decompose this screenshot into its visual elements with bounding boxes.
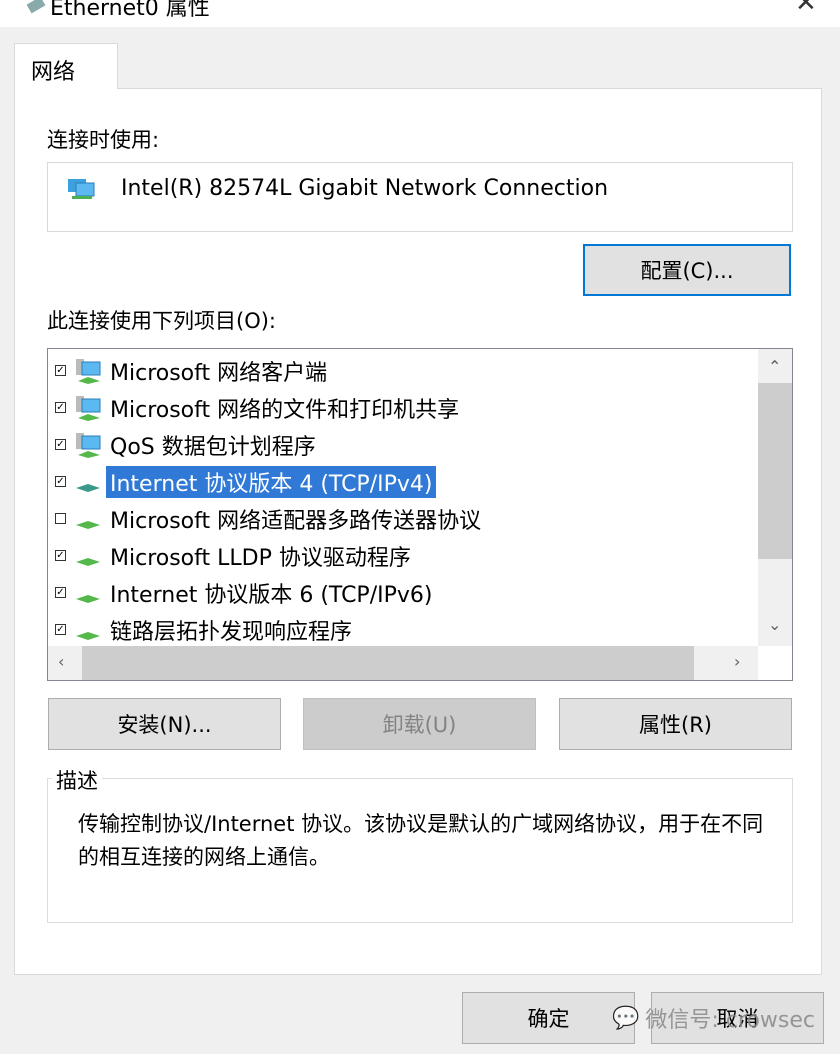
horizontal-scroll-thumb[interactable]	[82, 646, 694, 680]
network-client-icon	[74, 357, 102, 385]
scroll-right-icon[interactable]: ›	[734, 652, 740, 671]
install-button[interactable]: 安装(N)...	[48, 698, 281, 750]
item-checkbox[interactable]: ✓	[55, 587, 66, 598]
vertical-scrollbar[interactable]: ⌃ ⌄	[758, 349, 792, 646]
list-item[interactable]: ✓ QoS 数据包计划程序	[48, 426, 758, 463]
item-checkbox[interactable]: ✓	[55, 402, 66, 413]
scroll-left-icon[interactable]: ‹	[58, 652, 64, 671]
item-label: Internet 协议版本 6 (TCP/IPv6)	[110, 582, 433, 608]
item-label: Microsoft 网络的文件和打印机共享	[110, 397, 460, 423]
horizontal-scrollbar[interactable]: ‹ ›	[48, 646, 758, 680]
protocol-icon	[74, 616, 102, 644]
network-adapter-icon	[68, 179, 95, 199]
item-label: 链路层拓扑发现响应程序	[110, 619, 353, 645]
item-checkbox[interactable]: ✓	[55, 439, 66, 450]
protocol-icon	[74, 468, 102, 496]
watermark: 💬 微信号: crowsec	[612, 1002, 815, 1034]
list-item[interactable]: ✓ 链路层拓扑发现响应程序	[48, 611, 758, 648]
components-list[interactable]: ✓ Microsoft 网络客户端 ✓ Microsoft 网络的文件和打印机共享 ✓ Q…	[47, 348, 793, 681]
vertical-scroll-thumb[interactable]	[758, 383, 792, 559]
uninstall-button[interactable]: 卸载(U)	[303, 698, 536, 750]
item-checkbox[interactable]	[55, 513, 66, 524]
protocol-icon	[74, 505, 102, 533]
item-checkbox[interactable]: ✓	[55, 365, 66, 376]
item-label: QoS 数据包计划程序	[110, 434, 316, 460]
list-item[interactable]: ✓ Microsoft 网络的文件和打印机共享	[48, 389, 758, 426]
item-checkbox[interactable]: ✓	[55, 624, 66, 635]
adapter-name: Intel(R) 82574L Gigabit Network Connecti…	[121, 176, 609, 201]
wechat-icon: 💬	[612, 1005, 640, 1031]
item-checkbox[interactable]: ✓	[55, 476, 66, 487]
list-item[interactable]: Microsoft 网络适配器多路传送器协议	[48, 500, 758, 537]
watermark-text: 微信号: crowsec	[645, 1008, 816, 1033]
properties-button[interactable]: 属性(R)	[559, 698, 792, 750]
list-item[interactable]: ✓ Internet 协议版本 6 (TCP/IPv6)	[48, 574, 758, 611]
protocol-icon	[74, 579, 102, 607]
scroll-up-icon[interactable]: ⌃	[768, 357, 781, 376]
item-label: Internet 协议版本 4 (TCP/IPv4)	[106, 465, 437, 498]
scroll-down-icon[interactable]: ⌄	[768, 615, 781, 634]
protocol-icon	[74, 542, 102, 570]
list-item[interactable]: ✓ Internet 协议版本 4 (TCP/IPv4)	[48, 463, 758, 500]
configure-button[interactable]: 配置(C)...	[583, 244, 791, 296]
item-label: Microsoft 网络适配器多路传送器协议	[110, 508, 482, 534]
close-icon[interactable]: ✕	[795, 0, 817, 18]
list-item[interactable]: ✓ Microsoft LLDP 协议驱动程序	[48, 537, 758, 574]
items-label: 此连接使用下列项目(O):	[47, 309, 276, 333]
window-title: Ethernet0 属性	[50, 0, 210, 21]
description-text: 传输控制协议/Internet 协议。该协议是默认的广域网络协议，用于在不同的相…	[78, 812, 764, 869]
adapter-box: Intel(R) 82574L Gigabit Network Connecti…	[47, 162, 793, 232]
connect-using-label: 连接时使用:	[47, 128, 160, 152]
tab-network[interactable]: 网络	[14, 43, 118, 89]
list-item[interactable]: ✓ Microsoft 网络客户端	[48, 352, 758, 389]
description-label: 描述	[52, 765, 102, 795]
network-service-icon	[74, 394, 102, 422]
ok-button[interactable]: 确定	[462, 992, 635, 1044]
item-label: Microsoft LLDP 协议驱动程序	[110, 545, 411, 571]
network-service-icon	[74, 431, 102, 459]
item-checkbox[interactable]: ✓	[55, 550, 66, 561]
item-label: Microsoft 网络客户端	[110, 360, 328, 386]
